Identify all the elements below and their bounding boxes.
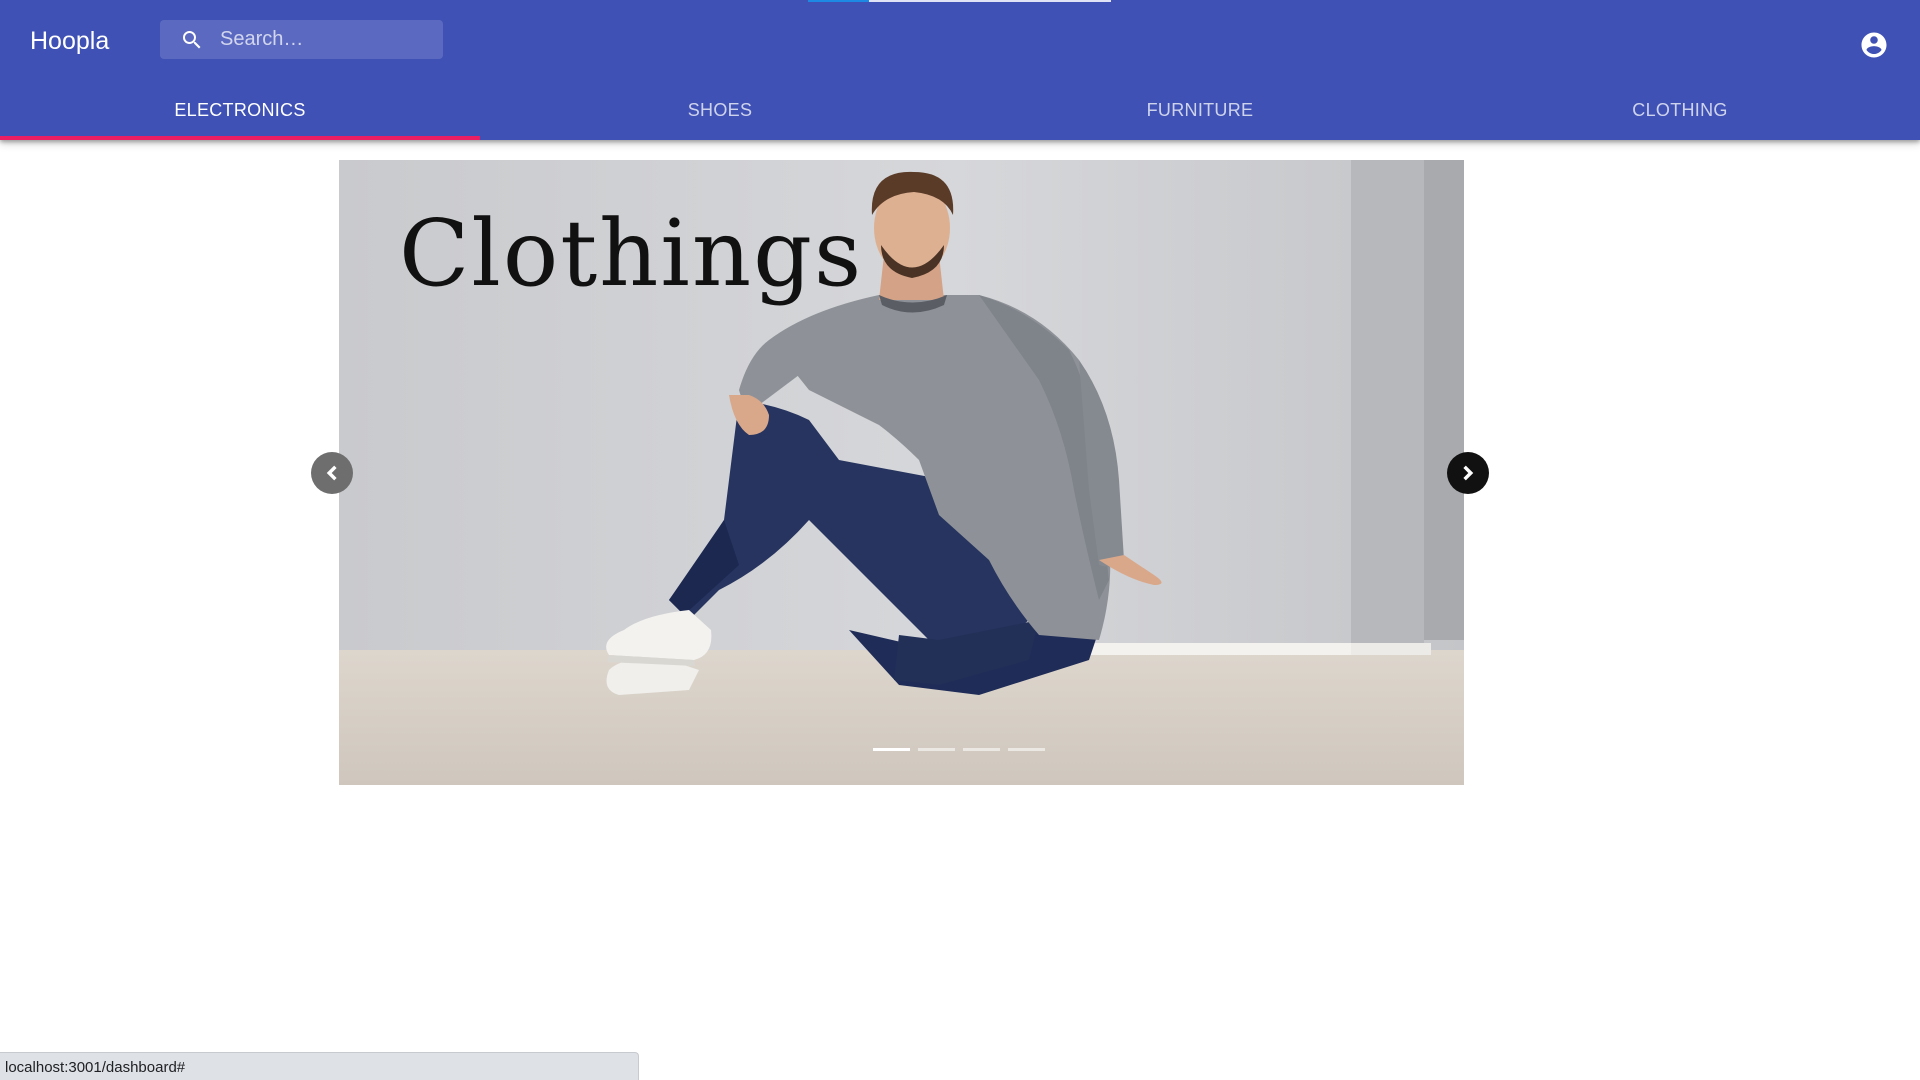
carousel-prev-button[interactable] [311,452,353,494]
category-tabs: ELECTRONICS SHOES FURNITURE CLOTHING [0,80,1920,140]
active-tab-indicator [0,136,480,140]
search-input[interactable] [220,20,435,59]
tab-shoes[interactable]: SHOES [480,80,960,140]
chevron-left-icon [326,465,337,481]
tab-electronics[interactable]: ELECTRONICS [0,80,480,140]
status-url: localhost:3001/dashboard# [5,1059,186,1076]
carousel-indicator-4[interactable] [1008,748,1045,751]
search-icon [183,31,201,49]
tab-clothing[interactable]: CLOTHING [1440,80,1920,140]
carousel-indicator-2[interactable] [918,748,955,751]
chevron-right-icon [1463,465,1474,481]
brand-title[interactable]: Hoopla [30,24,109,58]
account-button[interactable] [1859,30,1889,60]
app-bar: Hoopla ELECTRONICS SHOES FURNITURE CLOTH… [0,0,1920,140]
carousel-indicator-3[interactable] [963,748,1000,751]
browser-status-bar: localhost:3001/dashboard# [0,1052,639,1080]
tab-furniture[interactable]: FURNITURE [960,80,1440,140]
loading-bar-fill [808,0,869,2]
search-box [160,20,443,59]
account-circle-icon [1861,32,1887,58]
banner-carousel: Clothings [339,160,1464,785]
carousel-next-button[interactable] [1447,452,1489,494]
slide-caption: Clothings [399,200,864,307]
carousel-indicator-1[interactable] [873,748,910,751]
loading-bar [808,0,1111,2]
carousel-indicators [873,748,1045,751]
